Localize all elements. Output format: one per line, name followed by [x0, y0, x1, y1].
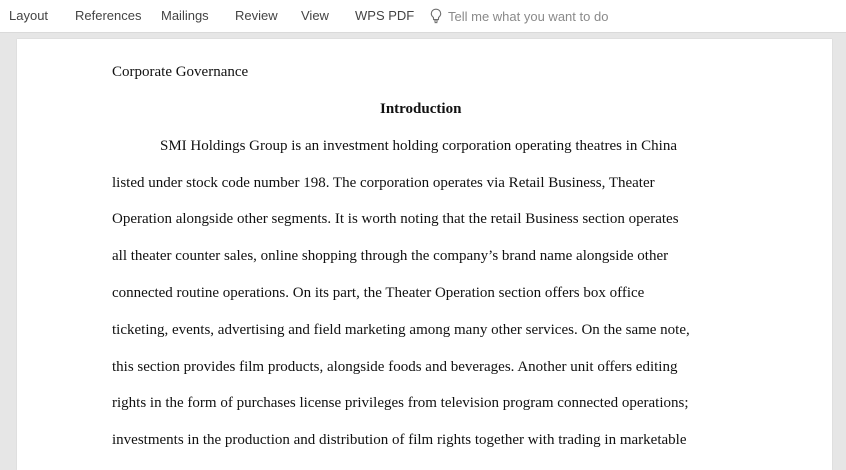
- body-line: SMI Holdings Group is an investment hold…: [160, 138, 678, 154]
- body-line: Operation alongside other segments. It i…: [112, 211, 679, 227]
- tab-mailings[interactable]: Mailings: [161, 8, 209, 23]
- document-page[interactable]: Corporate Governance Introduction SMI Ho…: [17, 39, 832, 470]
- body-line: investments in the production and distri…: [112, 432, 687, 448]
- tab-layout[interactable]: Layout: [9, 8, 48, 23]
- body-line: this section provides film products, alo…: [112, 359, 678, 375]
- tell-me-placeholder: Tell me what you want to do: [448, 8, 609, 24]
- body-line: rights in the form of purchases license …: [112, 395, 689, 411]
- document-header-text: Corporate Governance: [112, 64, 249, 80]
- tab-wps-pdf[interactable]: WPS PDF: [355, 8, 414, 23]
- lightbulb-icon: [430, 8, 442, 24]
- tab-review[interactable]: Review: [235, 8, 278, 23]
- body-line: ticketing, events, advertising and field…: [112, 322, 690, 338]
- document-title: Introduction: [380, 101, 462, 117]
- tell-me-search[interactable]: Tell me what you want to do: [430, 6, 608, 26]
- tab-view[interactable]: View: [301, 8, 329, 23]
- body-line: connected routine operations. On its par…: [112, 285, 645, 301]
- ribbon-tab-bar: Layout References Mailings Review View W…: [0, 0, 846, 33]
- tab-references[interactable]: References: [75, 8, 141, 23]
- body-line: listed under stock code number 198. The …: [112, 175, 655, 191]
- body-line: all theater counter sales, online shoppi…: [112, 248, 669, 264]
